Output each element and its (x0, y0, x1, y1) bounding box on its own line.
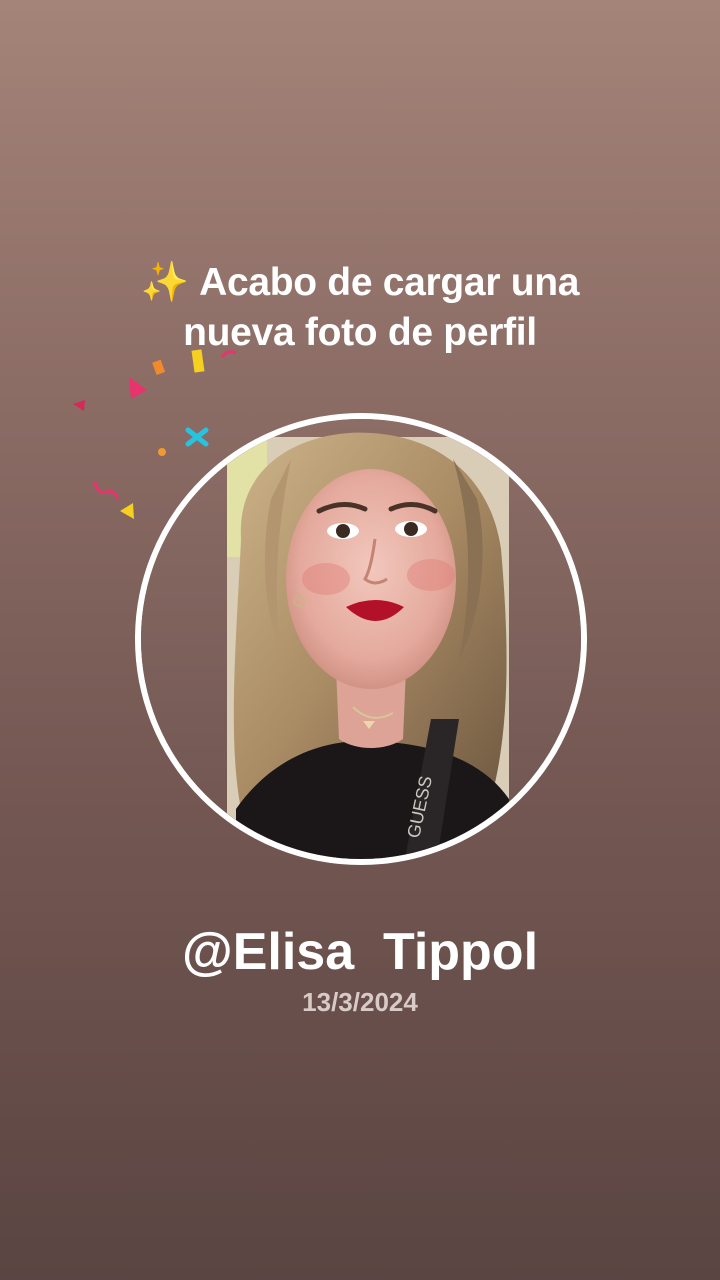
username[interactable]: @Elisa Tippol (0, 922, 720, 982)
upload-date: 13/3/2024 (302, 987, 418, 1017)
headline-line-2: nueva foto de perfil (183, 311, 537, 354)
headline-text-1: Acabo de cargar una (199, 261, 580, 304)
profile-avatar[interactable]: GUESS (135, 413, 587, 865)
confetti-piece (120, 503, 134, 519)
confetti-piece (152, 359, 166, 375)
headline: ✨ Acabo de cargar una nueva foto de perfi… (0, 258, 720, 358)
confetti-piece (129, 377, 147, 399)
profile-photo-update-screen: { "headline": { "icon": "sparkles-icon",… (0, 0, 720, 1280)
confetti-piece (73, 400, 85, 411)
sparkles-icon: ✨ (140, 261, 190, 304)
profile-photo: GUESS (141, 419, 581, 859)
confetti-piece (93, 481, 119, 501)
headline-line-1: ✨ Acabo de cargar una (0, 258, 720, 308)
